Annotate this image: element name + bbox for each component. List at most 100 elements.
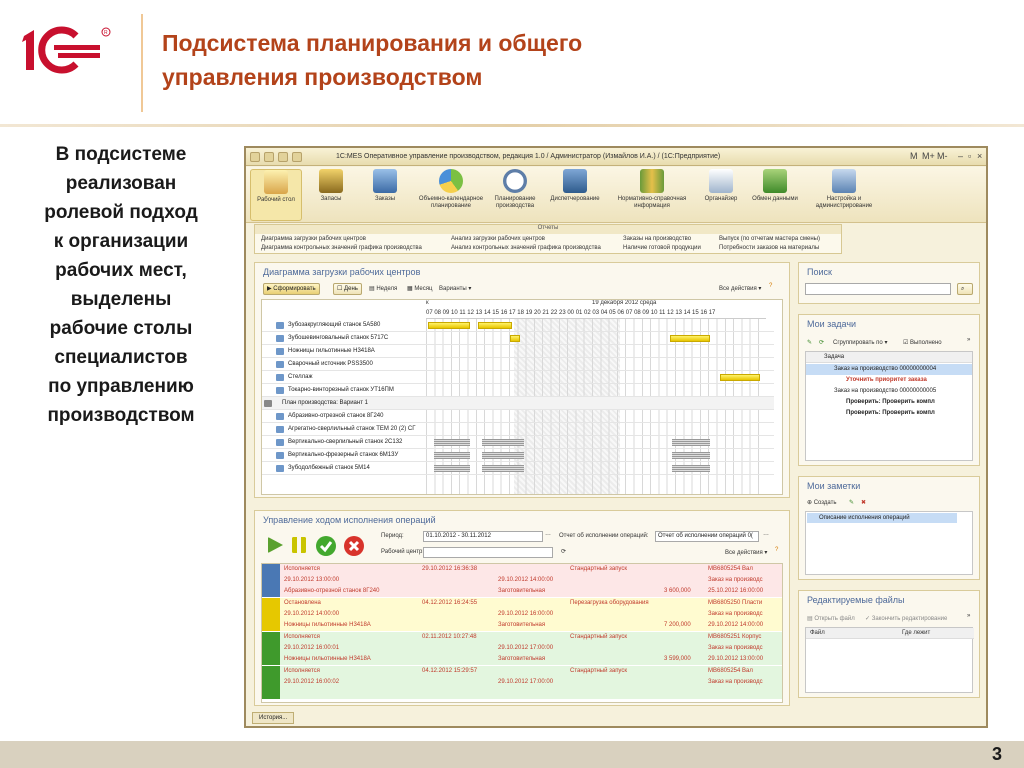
- expand-icon[interactable]: »: [967, 337, 970, 343]
- day-button[interactable]: ☐ День: [333, 283, 362, 295]
- save-icon[interactable]: [264, 152, 274, 162]
- load-bar[interactable]: [428, 322, 470, 329]
- plan-bar[interactable]: [482, 452, 524, 459]
- gantt-row[interactable]: Зубозакругляющий станок 5А580: [262, 319, 774, 332]
- report-field[interactable]: Отчет об исполнении операций 0(: [655, 531, 759, 542]
- ribbon-reference-info[interactable]: Нормативно-справочная информация: [606, 169, 698, 210]
- ribbon-desktop[interactable]: Рабочий стол: [250, 169, 302, 221]
- col-where[interactable]: Где лежит: [902, 630, 930, 636]
- operation-row[interactable]: Исполняется 29.10.2012 16:00:02 04.12.2012…: [262, 666, 782, 699]
- ops-help-icon[interactable]: ?: [775, 547, 778, 553]
- task-item[interactable]: Заказ на производство 00000000005: [806, 386, 972, 397]
- ribbon-data-exchange[interactable]: Обмен данными: [742, 169, 808, 203]
- month-button[interactable]: ▦ Месяц: [407, 285, 432, 292]
- note-item[interactable]: Описание исполнения операций: [807, 513, 957, 523]
- operation-row[interactable]: Исполняется 29.10.2012 16:00:01 Ножницы ги…: [262, 632, 782, 665]
- col-file[interactable]: Файл: [810, 630, 825, 636]
- history-tab[interactable]: История...: [252, 712, 295, 724]
- back-icon[interactable]: [278, 152, 288, 162]
- gantt-group-row[interactable]: План производства: Вариант 1: [262, 397, 774, 410]
- gantt-row[interactable]: Ножницы гильотинные Н3418А: [262, 345, 774, 358]
- operation-row[interactable]: Остановлена 29.10.2012 14:00:00 Ножницы ги…: [262, 598, 782, 631]
- gantt-row[interactable]: Агрегатно-сверлильный станок ТЕМ 20 (2) …: [262, 423, 774, 436]
- load-bar[interactable]: [510, 335, 520, 342]
- workcenter-field[interactable]: [423, 547, 553, 558]
- ribbon-orders[interactable]: Заказы: [352, 169, 418, 203]
- ribbon-volume-planning[interactable]: Объемно-календарное планирование: [412, 169, 490, 210]
- load-bar[interactable]: [478, 322, 512, 329]
- forward-icon[interactable]: [292, 152, 302, 162]
- report-link[interactable]: Анализ загрузки рабочих центров: [451, 236, 545, 242]
- app-menu-icon[interactable]: [250, 152, 260, 162]
- task-item[interactable]: Заказ на производство 00000000004: [806, 364, 972, 375]
- cancel-icon[interactable]: [343, 535, 365, 557]
- delete-note-icon[interactable]: ✖: [861, 499, 866, 506]
- create-note-button[interactable]: ⊕ Создать: [807, 499, 837, 506]
- restore-icon[interactable]: ▫: [968, 151, 971, 161]
- plan-bar[interactable]: [434, 465, 470, 472]
- group-by-dropdown[interactable]: Сгруппировать по ▾: [833, 339, 887, 346]
- gantt-row[interactable]: Абразивно-отрезной станок 8Г240: [262, 410, 774, 423]
- load-bar[interactable]: [670, 335, 710, 342]
- operation-cell: Заготовительная: [498, 622, 546, 628]
- ribbon-dispatching[interactable]: Диспетчерование: [544, 169, 606, 203]
- plan-bar[interactable]: [672, 439, 710, 446]
- files-expand-icon[interactable]: »: [967, 613, 970, 619]
- gantt-row[interactable]: Зубошевинговальный станок 5717С: [262, 332, 774, 345]
- refresh-icon[interactable]: ⟳: [561, 548, 566, 555]
- report-link[interactable]: Потребности заказов на материалы: [719, 245, 819, 251]
- ribbon-production-planning[interactable]: Планирование производства: [484, 169, 546, 210]
- week-button[interactable]: ▤ Неделя: [369, 285, 397, 292]
- gantt-row[interactable]: Сварочный источник PSS3500: [262, 358, 774, 371]
- gantt-row[interactable]: Вертикально-сверлильный станок 2С132: [262, 436, 774, 449]
- task-item[interactable]: Проверить: Проверить компл: [806, 397, 972, 408]
- memory-minus-button[interactable]: M-: [937, 151, 948, 161]
- minimize-icon[interactable]: –: [958, 151, 963, 161]
- close-icon[interactable]: ×: [977, 151, 982, 161]
- play-icon[interactable]: [265, 535, 285, 555]
- ops-all-actions-dropdown[interactable]: Все действия ▾: [725, 549, 767, 556]
- load-bar[interactable]: [720, 374, 760, 381]
- variants-dropdown[interactable]: Варианты ▾: [439, 285, 471, 292]
- complete-icon[interactable]: [315, 535, 337, 557]
- plan-bar[interactable]: [482, 465, 524, 472]
- period-field[interactable]: 01.10.2012 - 30.11.2012: [423, 531, 543, 542]
- memory-plus-button[interactable]: M+: [922, 151, 935, 161]
- operation-cell: 3 599,000: [664, 656, 691, 662]
- form-button[interactable]: ▶ Сформировать: [263, 283, 320, 295]
- done-button[interactable]: ☑ Выполнено: [903, 339, 942, 346]
- edit-icon[interactable]: ✎: [807, 339, 812, 346]
- plan-bar[interactable]: [434, 439, 470, 446]
- task-item[interactable]: Уточнить приоритет заказа: [806, 375, 972, 386]
- all-actions-dropdown[interactable]: Все действия ▾: [719, 285, 761, 292]
- search-input[interactable]: [805, 283, 951, 295]
- task-item[interactable]: Проверить: Проверить компл: [806, 408, 972, 419]
- plan-bar[interactable]: [434, 452, 470, 459]
- report-link[interactable]: Диаграмма загрузки рабочих центров: [261, 236, 366, 242]
- report-link[interactable]: Заказы на производство: [623, 236, 691, 242]
- plan-bar[interactable]: [672, 452, 710, 459]
- plan-bar[interactable]: [672, 465, 710, 472]
- collapse-icon[interactable]: [264, 400, 272, 407]
- finish-editing-button[interactable]: ✓ Закончить редактирование: [865, 615, 947, 622]
- memory-button[interactable]: M: [910, 151, 918, 161]
- search-button[interactable]: ⌕: [957, 283, 973, 295]
- ribbon-settings[interactable]: Настройка и администрирование: [802, 169, 886, 210]
- gantt-row[interactable]: Вертикально-фрезерный станок 6М13У: [262, 449, 774, 462]
- report-select-button[interactable]: …: [763, 531, 769, 537]
- gantt-row[interactable]: Токарно-винторезный станок УТ16ПМ: [262, 384, 774, 397]
- report-link[interactable]: Наличие готовой продукции: [623, 245, 701, 251]
- open-file-button[interactable]: ▤ Открыть файл: [807, 615, 855, 622]
- report-link[interactable]: Анализ контрольных значений графика прои…: [451, 245, 601, 251]
- period-select-button[interactable]: …: [545, 531, 551, 537]
- gantt-row[interactable]: Стеллаж: [262, 371, 774, 384]
- edit-note-icon[interactable]: ✎: [849, 499, 854, 506]
- report-link[interactable]: Выпуск (по отчетам мастера смены): [719, 236, 820, 242]
- refresh-tasks-icon[interactable]: ⟳: [819, 339, 824, 346]
- pause-icon[interactable]: [289, 535, 309, 555]
- plan-bar[interactable]: [482, 439, 524, 446]
- gantt-row[interactable]: Зубодолбежный станок 5М14: [262, 462, 774, 475]
- help-icon[interactable]: ?: [769, 283, 772, 289]
- report-link[interactable]: Диаграмма контрольных значений графика п…: [261, 245, 422, 251]
- operation-row[interactable]: Исполняется 29.10.2012 13:00:00 Абразивно-…: [262, 564, 782, 597]
